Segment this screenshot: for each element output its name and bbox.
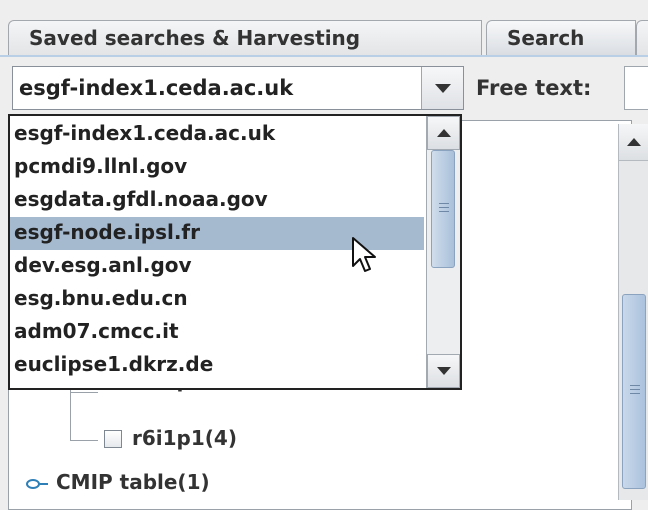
- grip-line: [630, 389, 640, 390]
- chevron-up-icon: [627, 138, 641, 146]
- scrollbar-thumb[interactable]: [431, 150, 455, 268]
- dropdown-scrollbar[interactable]: [426, 116, 460, 388]
- tree-scrollbar[interactable]: [618, 124, 648, 500]
- tab-divider: [0, 55, 648, 57]
- scrollbar-thumb[interactable]: [622, 294, 646, 489]
- chevron-up-icon: [437, 129, 451, 137]
- dropdown-option[interactable]: esgdata.gfdl.noaa.gov: [10, 184, 424, 217]
- expand-handle-icon[interactable]: [26, 479, 48, 489]
- tree-connector: [70, 440, 98, 441]
- tab-overflow[interactable]: [636, 20, 648, 56]
- tab-saved-searches[interactable]: Saved searches & Harvesting: [8, 20, 482, 56]
- grip-line: [439, 203, 449, 204]
- tree-category-label: CMIP table(1): [56, 470, 210, 494]
- index-node-dropdown-list[interactable]: esgf-index1.ceda.ac.uk pcmdi9.llnl.gov e…: [8, 114, 462, 390]
- chevron-down-icon: [435, 84, 451, 93]
- tree-category[interactable]: CMIP table(1): [26, 468, 210, 496]
- dropdown-option[interactable]: euclipse1.dkrz.de: [10, 349, 424, 382]
- tree-item[interactable]: r6i1p1(4): [104, 424, 237, 452]
- grip-line: [439, 211, 449, 212]
- grip-line: [630, 393, 640, 394]
- dropdown-option[interactable]: esg.bnu.edu.cn: [10, 283, 424, 316]
- dropdown-option[interactable]: adm07.cmcc.it: [10, 316, 424, 349]
- scroll-up-button[interactable]: [427, 116, 460, 150]
- grip-line: [630, 385, 640, 386]
- dropdown-option[interactable]: esgf-index1.ceda.ac.uk: [10, 118, 424, 151]
- tree-connector: [70, 390, 71, 440]
- tab-search[interactable]: Search: [486, 20, 636, 56]
- checkbox[interactable]: [104, 430, 122, 448]
- index-node-combobox[interactable]: esgf-index1.ceda.ac.uk: [12, 66, 464, 110]
- chevron-down-icon: [437, 367, 451, 375]
- dropdown-option[interactable]: pcmdi9.llnl.gov: [10, 151, 424, 184]
- combo-dropdown-button[interactable]: [421, 67, 463, 109]
- grip-line: [439, 207, 449, 208]
- mouse-pointer-icon: [352, 237, 376, 272]
- free-text-input[interactable]: [624, 66, 648, 110]
- scroll-down-button[interactable]: [427, 354, 460, 388]
- free-text-label: Free text:: [476, 76, 592, 100]
- index-node-value: esgf-index1.ceda.ac.uk: [19, 76, 294, 100]
- tab-bar: Saved searches & Harvesting Search: [0, 0, 648, 58]
- scroll-up-button[interactable]: [619, 124, 648, 161]
- tree-connector: [70, 392, 98, 393]
- tree-item-label: r6i1p1(4): [132, 426, 237, 450]
